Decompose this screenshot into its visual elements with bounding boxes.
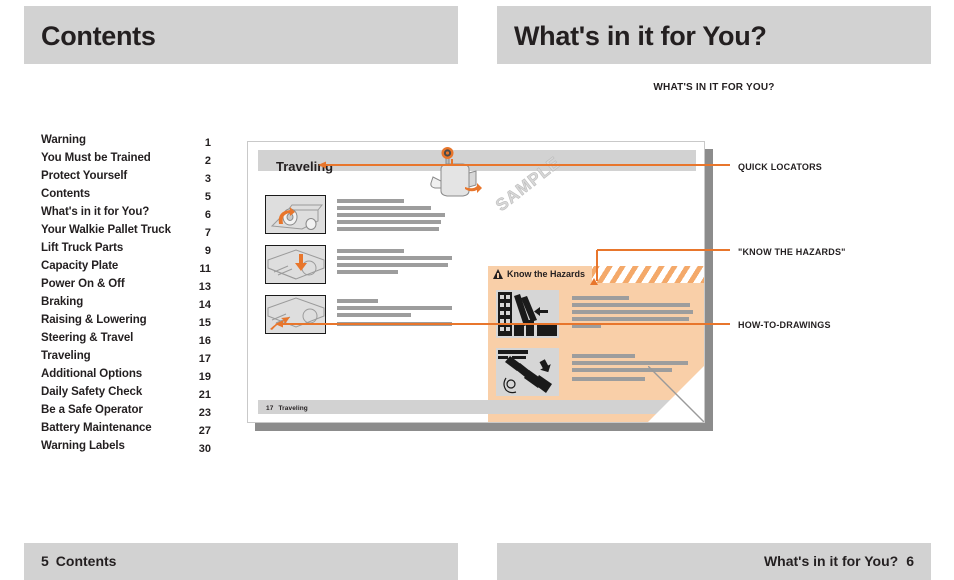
toc-entry-label: Additional Options (41, 368, 143, 380)
toc-entry[interactable]: Capacity Plate 11 (41, 257, 211, 275)
toc-entry[interactable]: Battery Maintenance 27 (41, 419, 211, 437)
toc-entry-label: Braking (41, 296, 84, 308)
toc-entry[interactable]: Power On & Off 13 (41, 275, 211, 293)
toc-entry-label: Lift Truck Parts (41, 242, 124, 254)
toc-entry[interactable]: Traveling 17 (41, 347, 211, 365)
toc-entry-label: Steering & Travel (41, 332, 134, 344)
footer-page-number: 6 (906, 553, 914, 569)
toc-entry-label: Capacity Plate (41, 260, 119, 272)
sample-page-illustration: Traveling SAMPLE Know the Hazards 17 Tra… (247, 141, 713, 431)
toc-entry[interactable]: Your Walkie Pallet Truck 7 (41, 221, 211, 239)
warning-triangle-bang (497, 273, 499, 278)
sample-sheet-title: Traveling (276, 159, 334, 174)
toc-entry[interactable]: Contents 5 (41, 185, 211, 203)
toc-entry[interactable]: You Must be Trained 2 (41, 149, 211, 167)
how-to-drawing-3 (265, 295, 326, 334)
sample-sheet-footer: 17 Traveling (266, 405, 308, 412)
toc-entry-label: You Must be Trained (41, 152, 151, 164)
toc-entry-label: Daily Safety Check (41, 386, 143, 398)
toc-entry-label: Warning Labels (41, 440, 125, 452)
toc-entry[interactable]: Warning 1 (41, 131, 211, 149)
toc-entry-label: Contents (41, 188, 91, 200)
page-title: Contents (41, 21, 156, 51)
toc-entry-label: Power On & Off (41, 278, 125, 290)
table-of-contents: Warning 1 You Must be Trained 2 Protect Your… (41, 131, 211, 455)
toc-entry[interactable]: What's in it for You? 6 (41, 203, 211, 221)
toc-entry-label: Traveling (41, 350, 91, 362)
sample-footer-page-number: 17 (266, 405, 274, 412)
how-to-drawing-2 (265, 245, 326, 284)
hazard-panel-title: Know the Hazards (507, 269, 586, 279)
left-page-header-band: Contents (24, 6, 458, 64)
toc-entry[interactable]: Lift Truck Parts 9 (41, 239, 211, 257)
toc-entry-label: What's in it for You? (41, 206, 150, 218)
toc-entry-label: Be a Safe Operator (41, 404, 143, 416)
toc-entry[interactable]: Braking 14 (41, 293, 211, 311)
right-page-footer-band: What's in it for You? 6 (497, 543, 931, 580)
toc-entry[interactable]: Warning Labels 30 (41, 437, 211, 455)
right-page: What's in it for You? WHAT'S IN IT FOR Y… (247, 0, 931, 580)
toc-entry-label: Battery Maintenance (41, 422, 152, 434)
quick-locator-illustration (413, 147, 483, 203)
footer-section-label: Contents (55, 553, 117, 569)
toc-entry[interactable]: Daily Safety Check 21 (41, 383, 211, 401)
left-page-footer: 5 Contents (41, 553, 116, 569)
hazard-drawing-2 (496, 348, 559, 396)
toc-entry[interactable]: Protect Yourself 3 (41, 167, 211, 185)
toc-entry[interactable]: Raising & Lowering 15 (41, 311, 211, 329)
footer-page-number: 5 (41, 553, 49, 569)
toc-entry-label: Protect Yourself (41, 170, 128, 182)
footer-section-label: What's in it for You? (763, 553, 899, 569)
sample-footer-label: Traveling (278, 405, 308, 412)
toc-entry[interactable]: Steering & Travel 16 (41, 329, 211, 347)
right-page-footer: What's in it for You? 6 (764, 553, 914, 569)
annotation-quick-locators: QUICK LOCATORS (738, 162, 822, 172)
toc-entry[interactable]: Additional Options 19 (41, 365, 211, 383)
toc-entry-label: Warning (41, 134, 86, 146)
how-to-drawing-1 (265, 195, 326, 234)
right-page-header-band: What's in it for You? (497, 6, 931, 64)
toc-entry-label: Raising & Lowering (41, 314, 147, 326)
toc-entry-page-number: 30 (198, 443, 211, 455)
sample-sheet-footer-bar (258, 400, 696, 414)
toc-entry[interactable]: Be a Safe Operator 23 (41, 401, 211, 419)
hazard-drawing-1 (496, 290, 559, 338)
page-title: What's in it for You? (514, 21, 767, 51)
toc-entry-label: Your Walkie Pallet Truck (41, 224, 171, 236)
sample-sheet: Traveling SAMPLE Know the Hazards 17 Tra… (247, 141, 705, 423)
annotation-how-to-drawings: HOW-TO-DRAWINGS (738, 320, 831, 330)
annotation-know-the-hazards: "KNOW THE HAZARDS" (738, 247, 846, 257)
left-page-footer-band: 5 Contents (24, 543, 458, 580)
section-eyebrow: WHAT'S IN IT FOR YOU? (653, 82, 775, 93)
